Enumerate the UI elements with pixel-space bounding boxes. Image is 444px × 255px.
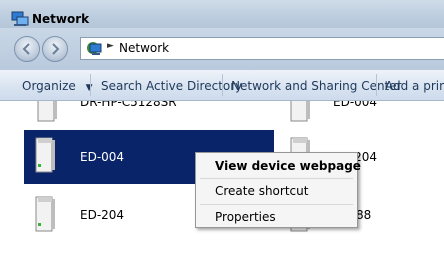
toolbar-divider bbox=[90, 74, 91, 96]
menu-separator bbox=[200, 204, 353, 205]
back-button[interactable] bbox=[14, 36, 40, 62]
properties-menu-item[interactable]: Properties bbox=[215, 210, 276, 224]
navigation-bar: ► Network bbox=[0, 28, 444, 70]
device-label[interactable]: 88 bbox=[356, 208, 371, 222]
create-shortcut-menu-item[interactable]: Create shortcut bbox=[215, 184, 308, 198]
forward-arrow-icon bbox=[52, 43, 60, 55]
network-device-icon[interactable] bbox=[34, 195, 56, 233]
toolbar-divider bbox=[376, 74, 377, 96]
breadcrumb-network[interactable]: Network bbox=[119, 41, 169, 55]
network-icon bbox=[87, 42, 102, 55]
view-device-webpage-menu-item[interactable]: View device webpage bbox=[215, 159, 361, 173]
window-title: Network bbox=[32, 12, 90, 26]
menu-separator bbox=[200, 178, 353, 179]
network-icon bbox=[11, 11, 29, 26]
toolbar-divider bbox=[222, 74, 223, 96]
address-bar[interactable]: ► Network bbox=[80, 37, 444, 60]
network-device-icon[interactable] bbox=[34, 136, 56, 174]
context-menu: View device webpage Create shortcut Prop… bbox=[195, 152, 361, 228]
add-printer-button[interactable]: Add a printe bbox=[385, 79, 444, 93]
device-label[interactable]: ED-004 bbox=[80, 150, 124, 164]
back-arrow-icon bbox=[22, 43, 30, 55]
device-label[interactable]: DR-HP-C5128SR bbox=[80, 101, 177, 109]
device-label[interactable]: ED-004 bbox=[333, 101, 377, 109]
network-device-icon[interactable] bbox=[289, 101, 311, 123]
command-bar: Organize ▼ Search Active Directory Netwo… bbox=[0, 70, 444, 101]
organize-button[interactable]: Organize ▼ bbox=[22, 79, 93, 93]
organize-label: Organize bbox=[22, 79, 76, 93]
device-label[interactable]: ED-204 bbox=[80, 208, 124, 222]
network-device-icon[interactable] bbox=[36, 101, 58, 123]
breadcrumb-arrow-icon[interactable]: ► bbox=[107, 41, 114, 51]
forward-button[interactable] bbox=[42, 36, 68, 62]
